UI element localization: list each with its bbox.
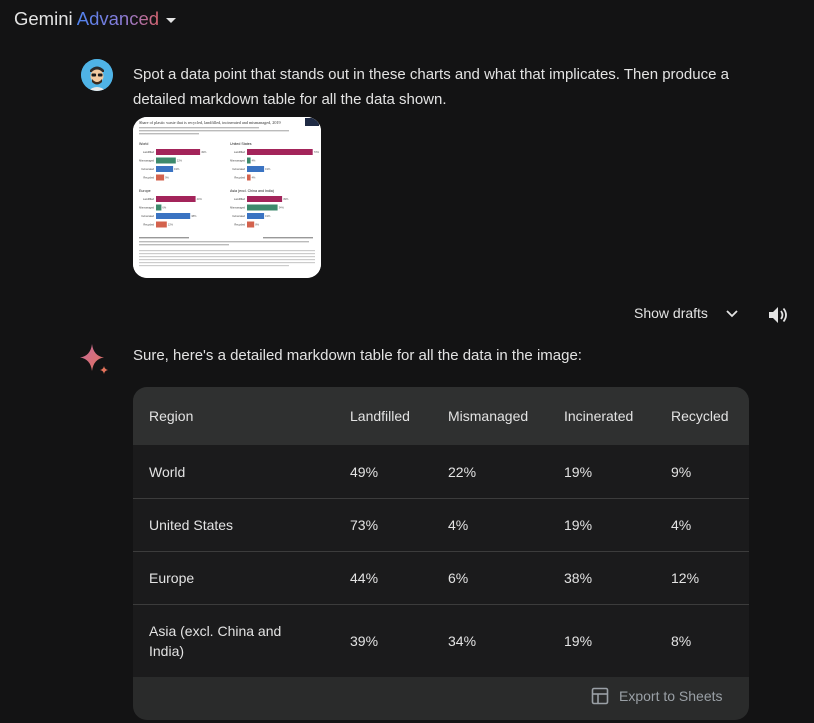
cell-mismanaged: 4% (448, 517, 469, 533)
cell-region: Europe (149, 570, 195, 586)
thumb-category-label: Incinerated (232, 214, 245, 218)
row-divider (133, 498, 749, 499)
speaker-icon[interactable] (767, 305, 789, 330)
col-header-landfilled: Landfilled (350, 408, 410, 424)
thumb-bar (247, 204, 278, 211)
cell-recycled: 8% (671, 633, 692, 649)
col-header-mismanaged: Mismanaged (448, 408, 529, 424)
thumb-bar (247, 196, 283, 202)
row-divider (133, 604, 749, 605)
sheets-icon (591, 687, 609, 705)
show-drafts-label: Show drafts (634, 305, 708, 321)
app-header[interactable]: Gemini Advanced (14, 8, 177, 30)
thumb-category-label: Landfilled (143, 197, 155, 201)
avatar (81, 59, 113, 91)
thumb-bar (247, 157, 251, 164)
thumb-bar (247, 166, 265, 172)
app-title: Gemini Advanced (14, 8, 160, 29)
cell-landfilled: 39% (350, 633, 379, 649)
thumb-category-label: Mismanaged (230, 159, 245, 163)
thumb-category-label: Incinerated (141, 214, 154, 218)
thumb-category-label: Recycled (143, 223, 154, 227)
thumb-bar (156, 149, 201, 155)
cell-mismanaged: 34% (448, 633, 477, 649)
thumb-panel-label: United States (230, 142, 252, 146)
thumb-bar-value: 34% (279, 206, 285, 210)
attached-image[interactable]: Share of plastic waste that is recycled,… (133, 117, 321, 278)
user-prompt: Spot a data point that stands out in the… (133, 66, 729, 108)
thumb-category-label: Landfilled (234, 150, 246, 154)
thumb-bar (156, 213, 191, 219)
thumb-bar-value: 19% (174, 167, 180, 171)
thumb-bar-value: 19% (265, 167, 271, 171)
cell-region: United States (149, 517, 234, 533)
cell-region: Asia (excl. China and India) (149, 623, 282, 659)
chevron-down-icon (726, 310, 738, 318)
table-header (133, 387, 749, 445)
chevron-down-icon[interactable] (166, 17, 177, 23)
thumb-bar (156, 196, 196, 202)
thumb-category-label: Mismanaged (139, 206, 154, 210)
cell-region: World (149, 464, 186, 480)
col-header-region: Region (149, 408, 194, 424)
export-label: Export to Sheets (619, 688, 723, 704)
thumb-panel-label: Europe (139, 189, 151, 193)
thumb-category-label: Incinerated (232, 167, 245, 171)
thumb-bar-value: 49% (201, 150, 207, 154)
thumb-panel-label: World (139, 142, 148, 146)
cell-incinerated: 19% (564, 517, 593, 533)
thumb-bar (247, 149, 313, 155)
thumb-bar (156, 221, 167, 228)
cell-landfilled: 49% (350, 464, 379, 480)
thumb-category-label: Recycled (143, 176, 154, 180)
row-divider (133, 551, 749, 552)
cell-incinerated: 19% (564, 464, 593, 480)
thumb-bar (156, 204, 162, 211)
data-table: Region Landfilled Mismanaged Incinerated… (133, 387, 749, 720)
thumb-bar-value: 19% (265, 214, 271, 218)
thumb-bar (156, 166, 174, 172)
gemini-sparkle-icon (80, 342, 110, 379)
thumb-category-label: Incinerated (141, 167, 154, 171)
thumb-category-label: Landfilled (143, 150, 155, 154)
thumb-bar-value: 12% (168, 223, 174, 227)
thumb-bar-value: 73% (314, 150, 320, 154)
cell-landfilled: 73% (350, 517, 379, 533)
cell-incinerated: 38% (564, 570, 593, 586)
show-drafts-button[interactable]: Show drafts (634, 305, 740, 321)
response-intro: Sure, here's a detailed markdown table f… (133, 347, 582, 364)
cell-recycled: 12% (671, 570, 700, 586)
cell-recycled: 4% (671, 517, 692, 533)
thumb-category-label: Mismanaged (230, 206, 245, 210)
thumb-bar (247, 221, 255, 228)
thumb-bar-value: 22% (177, 159, 183, 163)
thumb-bar (247, 213, 265, 219)
cell-recycled: 9% (671, 464, 692, 480)
thumb-category-label: Landfilled (234, 197, 246, 201)
thumb-bar (156, 157, 176, 164)
thumb-bar-value: 44% (197, 197, 203, 201)
thumb-bar-value: 39% (283, 197, 289, 201)
col-header-recycled: Recycled (671, 408, 729, 424)
thumb-bar (247, 174, 251, 181)
cell-incinerated: 19% (564, 633, 593, 649)
thumb-panel-label: Asia (excl. China and India) (230, 189, 274, 193)
cell-mismanaged: 6% (448, 570, 469, 586)
thumb-bar (156, 174, 165, 181)
thumb-bar-value: 38% (191, 214, 197, 218)
thumb-category-label: Recycled (234, 223, 245, 227)
cell-mismanaged: 22% (448, 464, 477, 480)
cell-landfilled: 44% (350, 570, 379, 586)
thumb-category-label: Mismanaged (139, 159, 154, 163)
thumb-category-label: Recycled (234, 176, 245, 180)
export-to-sheets-button[interactable]: Export to Sheets (591, 687, 723, 705)
col-header-incinerated: Incinerated (564, 408, 634, 424)
